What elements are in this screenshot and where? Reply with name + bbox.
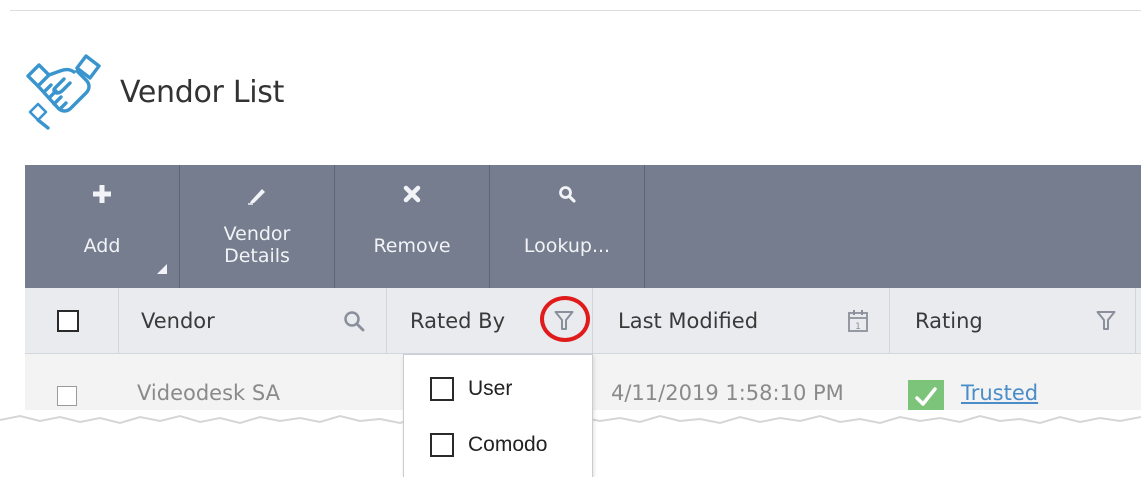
- filter-option-label: User: [468, 377, 513, 400]
- column-header-label: Vendor: [141, 309, 215, 333]
- column-header-vendor[interactable]: Vendor: [141, 288, 215, 354]
- filter-option-comodo[interactable]: Comodo: [430, 433, 547, 457]
- table-header: Vendor Rated By Last Modified 1 Rating: [25, 288, 1141, 354]
- add-button-label: Add: [83, 235, 121, 257]
- column-header-label: Last Modified: [618, 309, 759, 333]
- svg-text:1: 1: [855, 322, 861, 332]
- rating-link[interactable]: Trusted: [961, 381, 1038, 405]
- vendor-details-button-label: Vendor Details: [223, 223, 291, 267]
- column-header-label: Rated By: [410, 309, 505, 333]
- remove-button[interactable]: Remove: [335, 165, 490, 288]
- column-header-last-modified[interactable]: Last Modified: [618, 288, 758, 354]
- last-modified-cell: 4/11/2019 1:58:10 PM: [611, 381, 844, 405]
- filter-option-label: Comodo: [468, 433, 548, 456]
- rated-by-filter-popup: User Comodo: [403, 354, 593, 477]
- calendar-icon[interactable]: 1: [847, 288, 869, 354]
- lookup-button-label: Lookup...: [523, 235, 611, 257]
- vendor-search-icon[interactable]: [343, 288, 365, 354]
- plus-icon: [25, 185, 179, 203]
- filter-checkbox[interactable]: [430, 433, 454, 457]
- handshake-icon: [26, 54, 101, 130]
- filter-checkbox[interactable]: [430, 377, 454, 401]
- rating-filter-icon[interactable]: [1096, 288, 1116, 354]
- pencil-icon: [180, 185, 334, 205]
- toolbar: Add Vendor Details Remove Lookup...: [25, 165, 1141, 288]
- filter-option-user[interactable]: User: [430, 377, 512, 401]
- top-divider: [10, 10, 1141, 11]
- column-divider: [386, 288, 387, 354]
- column-header-rated-by[interactable]: Rated By: [410, 288, 505, 354]
- page-header: Vendor List: [24, 52, 284, 132]
- select-all-cell: [57, 288, 79, 354]
- column-header-label: Rating: [915, 309, 983, 333]
- remove-button-label: Remove: [373, 235, 451, 257]
- column-divider: [889, 288, 890, 354]
- column-divider: [1135, 288, 1136, 354]
- vendor-details-button[interactable]: Vendor Details: [180, 165, 335, 288]
- column-divider: [118, 288, 119, 354]
- search-icon: [490, 185, 644, 203]
- vendor-name-cell: Videodesk SA: [137, 381, 280, 405]
- row-checkbox[interactable]: [57, 386, 77, 406]
- add-button[interactable]: Add: [25, 165, 180, 288]
- rated-by-filter-icon[interactable]: [554, 288, 574, 354]
- page-title: Vendor List: [120, 74, 285, 110]
- lookup-button[interactable]: Lookup...: [490, 165, 645, 288]
- dropdown-arrow-icon: [157, 264, 167, 274]
- column-divider: [592, 288, 593, 354]
- column-header-rating[interactable]: Rating: [915, 288, 983, 354]
- trusted-check-icon: [908, 380, 944, 413]
- select-all-checkbox[interactable]: [57, 310, 79, 332]
- x-icon: [335, 185, 489, 203]
